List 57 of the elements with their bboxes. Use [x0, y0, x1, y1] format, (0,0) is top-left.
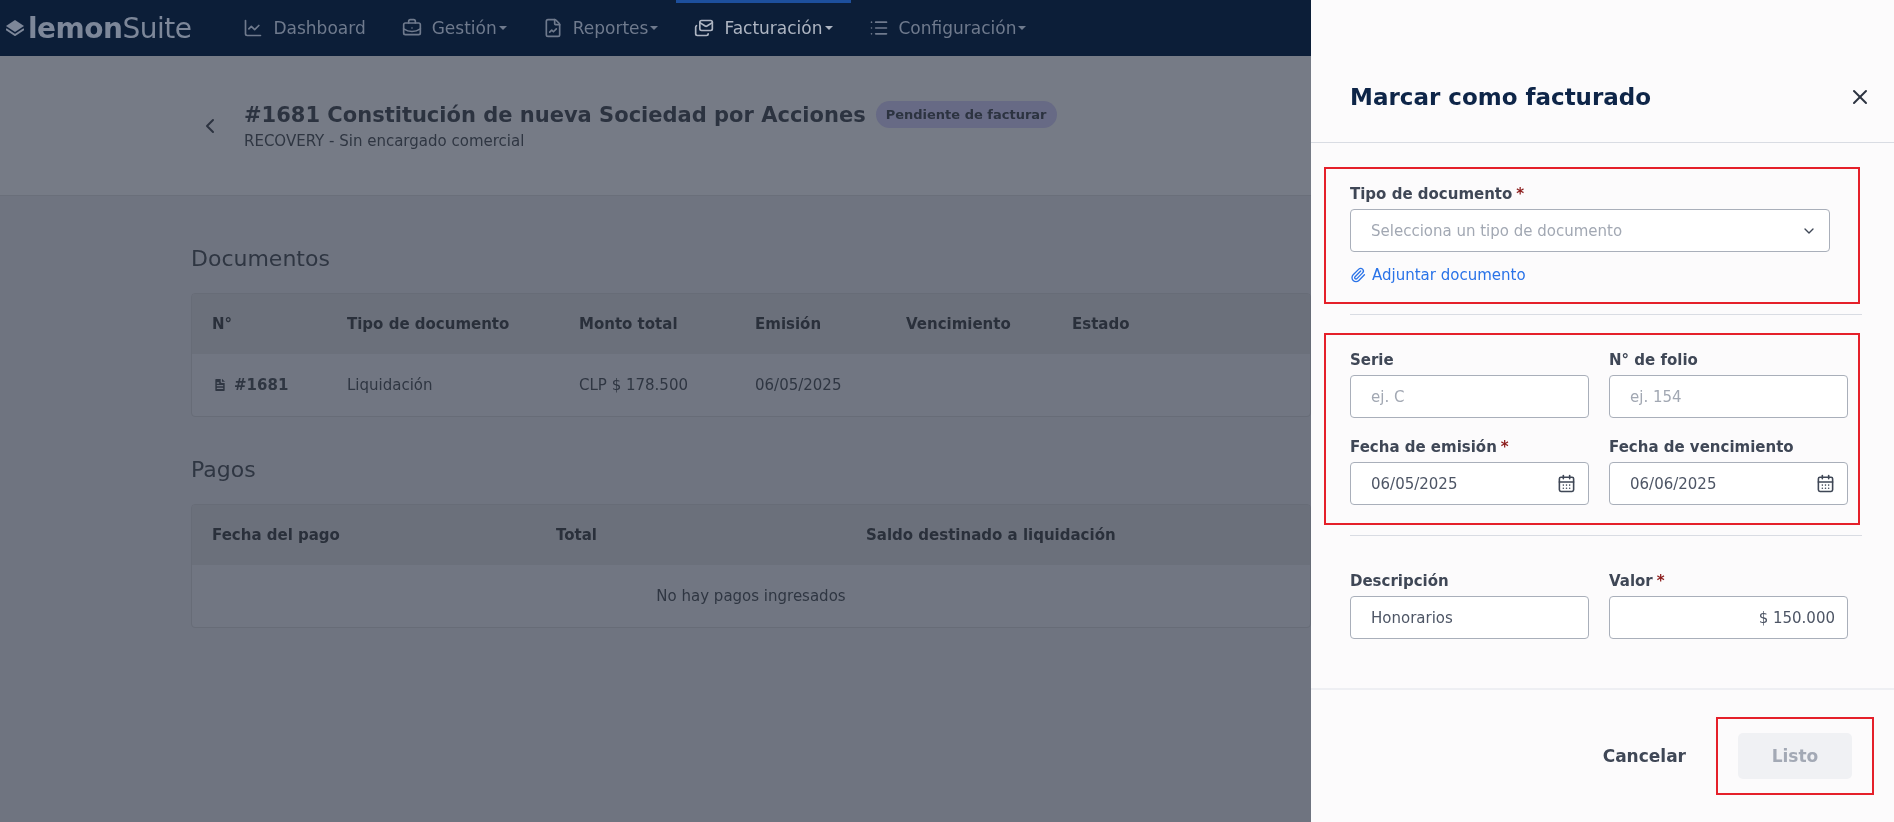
required-mark: * — [1656, 572, 1665, 590]
caret-icon — [650, 26, 659, 30]
cancel-button[interactable]: Cancelar — [1596, 745, 1692, 767]
table-cell-text: CLP $ 178.500 — [579, 376, 689, 394]
nav-tab[interactable]: Configuración — [850, 0, 1045, 56]
column-header: Tipo de documento — [347, 315, 511, 333]
nav-tab[interactable]: Gestión — [383, 0, 525, 56]
empty-message: No hay pagos ingresados — [656, 587, 846, 605]
caret-icon — [1018, 26, 1027, 30]
required-mark: * — [1500, 438, 1509, 456]
table-cell-text: 06/05/2025 — [755, 376, 843, 394]
column-header: Monto total — [579, 315, 679, 333]
required-mark: * — [1516, 185, 1525, 203]
column-header: Vencimiento — [906, 315, 1012, 333]
field-label: Descripción — [1350, 572, 1450, 590]
nav-icon — [694, 18, 715, 38]
table-cell-text: Liquidación — [347, 376, 434, 394]
page-subtitle: RECOVERY - Sin encargado comercial — [244, 132, 526, 150]
field-label: Fecha de vencimiento — [1609, 438, 1795, 456]
date-field[interactable]: 06/06/2025 — [1609, 462, 1848, 505]
caret-icon — [498, 26, 507, 30]
page-title: #1681 Constitución de nueva Sociedad por Acciones — [244, 102, 866, 127]
paperclip-icon — [1350, 267, 1366, 283]
attach-link[interactable]: Adjuntar documento — [1350, 266, 1830, 284]
document-icon — [212, 377, 228, 393]
select-field[interactable]: Selecciona un tipo de documento — [1350, 209, 1830, 252]
section-heading: Pagos — [191, 457, 257, 482]
field-label: Fecha de emisión * — [1350, 438, 1510, 456]
column-header: Emisión — [755, 315, 823, 333]
calendar-icon — [1557, 474, 1576, 493]
status-badge: Pendiente de facturar — [875, 101, 1057, 128]
logo[interactable]: lemonSuite — [6, 11, 192, 45]
nav-tab[interactable]: Reportes — [524, 0, 677, 56]
input-field[interactable]: ej. 154 — [1609, 375, 1848, 418]
field-label: N° de folio — [1609, 351, 1699, 369]
caret-icon — [824, 26, 833, 30]
nav-icon — [401, 18, 422, 38]
table-cell: #1681 — [212, 376, 347, 394]
nav-icon — [868, 18, 889, 38]
section-heading: Documentos — [191, 246, 331, 271]
field-label: Valor * — [1609, 572, 1666, 590]
calendar-icon — [1816, 474, 1835, 493]
drawer-title: Marcar como facturado — [1350, 84, 1652, 110]
column-header: Estado — [1072, 315, 1131, 333]
column-header: Total — [556, 526, 598, 544]
field-label: Serie — [1350, 351, 1395, 369]
input-field[interactable]: Honorarios — [1350, 596, 1589, 639]
column-header: N° — [212, 315, 234, 333]
input-field[interactable]: ej. C — [1350, 375, 1589, 418]
diamond-icon — [6, 20, 24, 36]
input-field[interactable]: $ 150.000 — [1609, 596, 1848, 639]
nav-tab[interactable]: Dashboard — [225, 0, 384, 56]
column-header: Saldo destinado a liquidación — [866, 526, 1117, 544]
field-label: Tipo de documento * — [1350, 185, 1526, 203]
column-header: Fecha del pago — [212, 526, 341, 544]
date-field[interactable]: 06/05/2025 — [1350, 462, 1589, 505]
nav-icon — [243, 18, 264, 38]
